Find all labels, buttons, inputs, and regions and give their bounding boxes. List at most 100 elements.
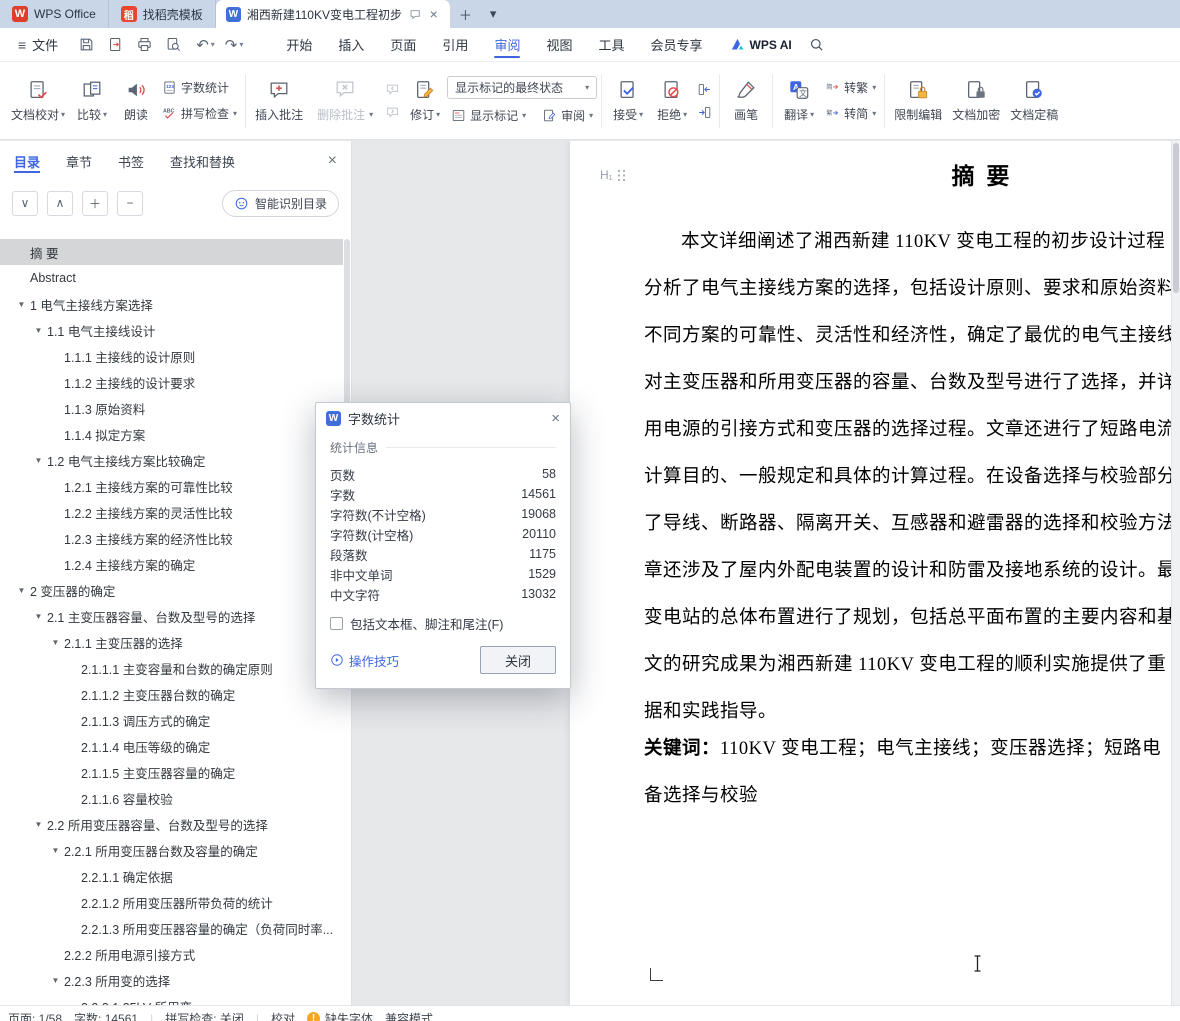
ink-brush-button[interactable]: 画笔 xyxy=(724,68,768,134)
toc-item[interactable]: ▼ 1 电气主接线方案选择 xyxy=(0,291,343,317)
zoom-out-outline-button[interactable]: − xyxy=(117,190,143,216)
toc-item[interactable]: ▼ 2.1.1 主变压器的选择 xyxy=(0,629,343,655)
toc-item[interactable]: 1.1.2 主接线的设计要求 xyxy=(0,369,343,395)
previous-comment-button[interactable] xyxy=(385,82,400,97)
export-pdf-button[interactable] xyxy=(107,36,124,53)
spellcheck-status[interactable]: 拼写检查: 关闭 xyxy=(165,1010,244,1021)
toc-expand-icon[interactable]: ▼ xyxy=(30,612,47,621)
menu-item[interactable]: 工具 xyxy=(585,28,637,61)
tab-docer-template[interactable]: 稻 找稻壳模板 xyxy=(107,0,216,28)
finalize-document-button[interactable]: 文档定稿 xyxy=(1005,68,1063,134)
toc-item[interactable]: 2.2.1.1 确定依据 xyxy=(0,863,343,889)
toc-item[interactable]: ▼ 2 变压器的确定 xyxy=(0,577,343,603)
document-page[interactable]: H₁ 摘 要 本文详细阐述了湘西新建 110KV 变电工程的初步设计过程 分析了电… xyxy=(570,141,1180,1005)
collapse-all-button[interactable]: ∨ xyxy=(12,190,38,216)
markup-state-select[interactable]: 显示标记的最终状态 ▾ xyxy=(447,76,598,99)
document-scrollbar[interactable] xyxy=(1171,141,1180,1005)
close-sidebar-icon[interactable]: × xyxy=(328,152,337,170)
save-button[interactable] xyxy=(78,36,95,53)
toc-item[interactable]: 1.2.3 主接线方案的经济性比较 xyxy=(0,525,343,551)
wps-ai-button[interactable]: WPS AI xyxy=(730,37,792,52)
toc-item[interactable]: 2.1.1.6 容量校验 xyxy=(0,785,343,811)
toc-item[interactable]: ▼ 2.2 所用变压器容量、台数及型号的选择 xyxy=(0,811,343,837)
expand-all-button[interactable]: ∧ xyxy=(47,190,73,216)
accept-change-button[interactable]: 接受 ▾ xyxy=(606,68,650,134)
toc-item[interactable]: Abstract xyxy=(0,265,343,291)
to-traditional-button[interactable]: 简 转繁 ▾ xyxy=(821,78,880,97)
sidebar-tab[interactable]: 目录 xyxy=(14,141,41,181)
chevron-down-icon[interactable]: ▾ xyxy=(211,40,215,49)
close-button[interactable]: 关闭 xyxy=(480,646,556,674)
toc-item[interactable]: 1.1.4 拟定方案 xyxy=(0,421,343,447)
menu-item[interactable]: 引用 xyxy=(429,28,481,61)
checkbox-icon[interactable] xyxy=(330,617,343,630)
print-preview-button[interactable] xyxy=(165,36,182,53)
zoom-in-outline-button[interactable]: ＋ xyxy=(82,190,108,216)
toc-expand-icon[interactable]: ▼ xyxy=(47,976,64,985)
toc-item[interactable]: ▼ 1.1 电气主接线设计 xyxy=(0,317,343,343)
review-button[interactable]: 审阅 ▾ xyxy=(538,106,597,125)
word-count-status[interactable]: 字数: 14561 xyxy=(74,1010,138,1021)
toc-item[interactable]: ▼ 1.2 电气主接线方案比较确定 xyxy=(0,447,343,473)
close-tab-icon[interactable]: × xyxy=(428,6,440,22)
toc-item[interactable]: 1.1.3 原始资料 xyxy=(0,395,343,421)
toc-item[interactable]: 2.1.1.2 主变压器台数的确定 xyxy=(0,681,343,707)
tab-document[interactable]: W 湘西新建110KV变电工程初步... × xyxy=(215,0,450,28)
restrict-editing-button[interactable]: 限制编辑 xyxy=(889,68,947,134)
search-button[interactable] xyxy=(808,36,825,53)
reject-change-button[interactable]: 拒绝 ▾ xyxy=(650,68,694,134)
sidebar-tab[interactable]: 查找和替换 xyxy=(170,141,235,181)
toc-expand-icon[interactable]: ▼ xyxy=(47,638,64,647)
toc-item[interactable]: ▼ 2.1 主变压器容量、台数及型号的选择 xyxy=(0,603,343,629)
previous-change-button[interactable] xyxy=(697,82,712,97)
missing-font-warning[interactable]: ! 缺失字体 xyxy=(307,1010,373,1021)
menu-item[interactable]: 会员专享 xyxy=(637,28,715,61)
menu-item[interactable]: 审阅 xyxy=(481,28,533,61)
toc-item[interactable]: 2.2.1.2 所用变压器所带负荷的统计 xyxy=(0,889,343,915)
spell-check-button[interactable]: ABC 拼写检查 ▾ xyxy=(158,104,241,123)
toc-expand-icon[interactable]: ▼ xyxy=(47,846,64,855)
tab-list-chevron-icon[interactable]: ▾ xyxy=(481,0,506,28)
word-count-button[interactable]: 123 字数统计 xyxy=(158,78,241,97)
doc-proofing-button[interactable]: 文档校对 ▾ xyxy=(6,68,70,134)
toc-item[interactable]: 1.1.1 主接线的设计原则 xyxy=(0,343,343,369)
tips-link[interactable]: 操作技巧 xyxy=(330,651,399,670)
insert-comment-button[interactable]: 插入批注 xyxy=(250,68,308,134)
print-button[interactable] xyxy=(136,36,153,53)
toc-item[interactable]: 摘 要 xyxy=(0,239,343,265)
toc-expand-icon[interactable]: ▼ xyxy=(30,456,47,465)
next-comment-button[interactable] xyxy=(385,105,400,120)
dialog-title-bar[interactable]: W 字数统计 × xyxy=(316,403,570,434)
toc-expand-icon[interactable]: ▼ xyxy=(30,326,47,335)
file-menu[interactable]: ≡ 文件 xyxy=(8,28,68,61)
toc-item[interactable]: 2.1.1.3 调压方式的确定 xyxy=(0,707,343,733)
word-count-dialog[interactable]: W 字数统计 × 统计信息 页数 58 字数 14561 字符数(不计空格) 19068 字… xyxy=(315,402,571,689)
toc-item[interactable]: 1.2.2 主接线方案的灵活性比较 xyxy=(0,499,343,525)
new-tab-button[interactable]: ＋ xyxy=(450,0,481,28)
toc-item[interactable]: 2.2.1.3 所用变压器容量的确定（负荷同时率... xyxy=(0,915,343,941)
menu-item[interactable]: 开始 xyxy=(273,28,325,61)
show-markup-button[interactable]: 显示标记 ▾ xyxy=(447,106,530,125)
include-footnotes-checkbox[interactable]: 包括文本框、脚注和尾注(F) xyxy=(330,614,556,633)
toc-expand-icon[interactable]: ▼ xyxy=(13,586,30,595)
redo-button[interactable]: ↷ xyxy=(225,36,238,54)
proofread-button[interactable]: 校对 xyxy=(271,1010,295,1021)
sidebar-tab[interactable]: 书签 xyxy=(118,141,144,181)
translate-button[interactable]: A文 翻译 ▾ xyxy=(777,68,821,134)
toc-item[interactable]: ▼ 2.2.1 所用变压器台数及容量的确定 xyxy=(0,837,343,863)
toc-item[interactable]: 2.2.2 所用电源引接方式 xyxy=(0,941,343,967)
toc-item[interactable]: 2.1.1.5 主变压器容量的确定 xyxy=(0,759,343,785)
close-dialog-icon[interactable]: × xyxy=(551,410,560,427)
to-simplified-button[interactable]: 繁 转简 ▾ xyxy=(821,104,880,123)
sidebar-tab[interactable]: 章节 xyxy=(66,141,92,181)
read-aloud-button[interactable]: 朗读 xyxy=(114,68,158,134)
delete-comment-button[interactable]: 删除批注 ▾ xyxy=(308,68,382,134)
track-changes-button[interactable]: 修订 ▾ xyxy=(403,68,447,134)
next-change-button[interactable] xyxy=(697,105,712,120)
tab-wps-office[interactable]: W WPS Office xyxy=(0,0,108,28)
undo-button[interactable]: ↶ xyxy=(196,36,209,54)
menu-item[interactable]: 页面 xyxy=(377,28,429,61)
toc-item[interactable]: 2.1.1.4 电压等级的确定 xyxy=(0,733,343,759)
chevron-down-icon[interactable]: ▾ xyxy=(239,40,243,49)
smart-toc-button[interactable]: 智能识别目录 xyxy=(221,189,339,217)
